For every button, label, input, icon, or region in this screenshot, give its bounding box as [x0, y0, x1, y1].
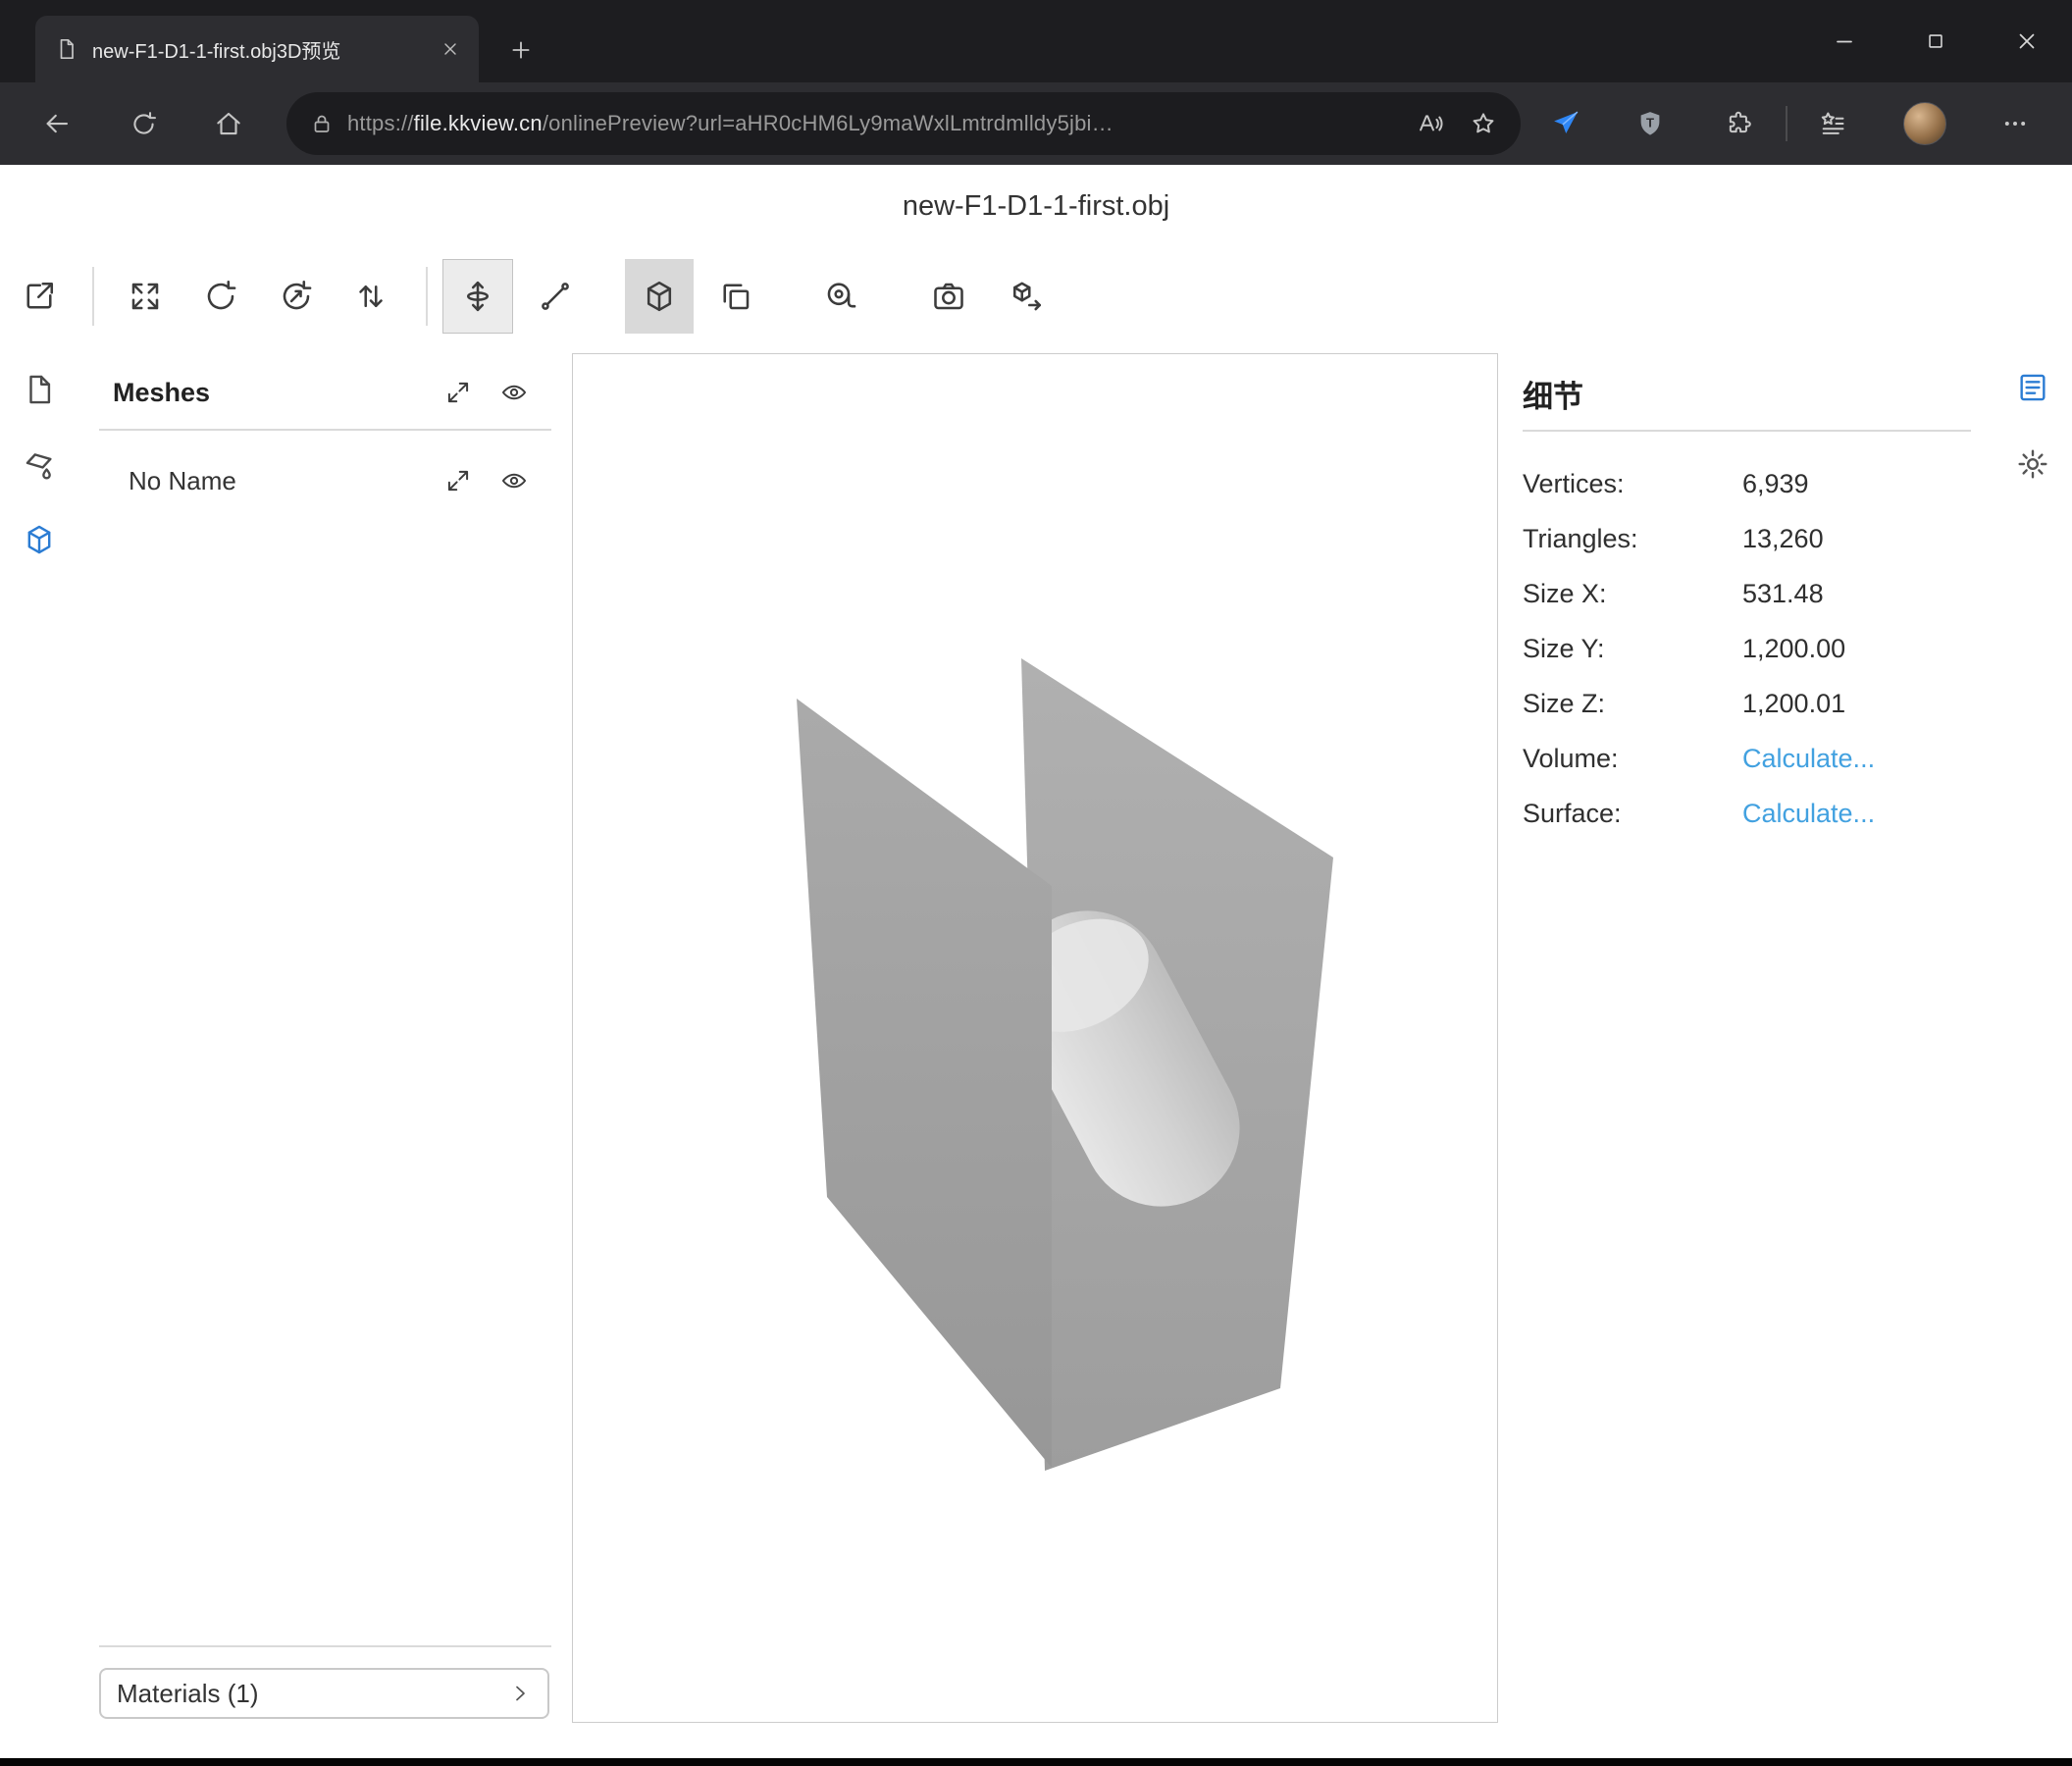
read-aloud-icon[interactable]: [1417, 110, 1444, 137]
detail-value: 1,200.01: [1742, 689, 1845, 719]
detail-label: Size Z:: [1523, 689, 1742, 719]
left-rail: [0, 165, 78, 1735]
detail-label: Size Y:: [1523, 634, 1742, 664]
maximize-button[interactable]: [1890, 0, 1981, 82]
page-title: new-F1-D1-1-first.obj: [0, 190, 2072, 223]
detail-row: Size X: 531.48: [1523, 566, 1971, 621]
model-panel-icon[interactable]: [21, 521, 58, 558]
visibility-mesh-eye-icon[interactable]: [499, 466, 529, 495]
rotate-z-icon[interactable]: [269, 269, 324, 324]
model-render: [573, 354, 1497, 1722]
measure-tape-icon[interactable]: [814, 269, 869, 324]
back-button[interactable]: [34, 101, 79, 146]
detail-value: 6,939: [1742, 469, 1809, 499]
home-button[interactable]: [206, 101, 251, 146]
extension-shield-icon[interactable]: T: [1629, 102, 1672, 145]
details-rows: Vertices: 6,939 Triangles: 13,260 Size X…: [1523, 456, 1971, 841]
browser-tab[interactable]: new-F1-D1-1-first.obj3D预览: [35, 16, 479, 82]
address-bar[interactable]: https://file.kkview.cn/onlinePreview?url…: [286, 92, 1521, 155]
detail-row: Size Y: 1,200.00: [1523, 621, 1971, 676]
left-plane: [797, 699, 1052, 1468]
ortho-cube-icon[interactable]: [708, 269, 763, 324]
browser-menu-icon[interactable]: [1994, 102, 2037, 145]
meshes-panel-header: Meshes: [99, 365, 551, 420]
viewer-page: new-F1-D1-1-first.obj: [0, 165, 2072, 1758]
translate-tool-button[interactable]: [442, 259, 513, 334]
details-divider: [1523, 430, 1971, 432]
detail-label: Volume:: [1523, 744, 1742, 774]
perspective-cube-button[interactable]: [625, 259, 694, 334]
profile-avatar[interactable]: [1903, 102, 1946, 145]
detail-value: 531.48: [1742, 579, 1824, 609]
detail-row: Triangles: 13,260: [1523, 511, 1971, 566]
detail-value: 13,260: [1742, 524, 1824, 554]
model-viewport[interactable]: [572, 353, 1498, 1723]
lock-icon[interactable]: [310, 112, 334, 135]
fit-mesh-icon[interactable]: [443, 466, 473, 495]
meshes-divider: [99, 429, 551, 431]
measure-line-icon[interactable]: [528, 269, 583, 324]
extension-translate-icon[interactable]: [1544, 102, 1587, 145]
fit-all-icon[interactable]: [443, 378, 473, 407]
browser-titlebar: new-F1-D1-1-first.obj3D预览: [0, 0, 2072, 82]
window-bottom-edge: [0, 1758, 2072, 1766]
detail-row: Volume: Calculate...: [1523, 731, 1971, 786]
mesh-list-item[interactable]: No Name: [99, 453, 551, 508]
minimize-button[interactable]: [1798, 0, 1890, 82]
screenshot-camera-icon[interactable]: [921, 269, 976, 324]
toolbar-separator: [426, 267, 428, 326]
detail-row: Size Z: 1,200.01: [1523, 676, 1971, 731]
refresh-button[interactable]: [121, 101, 166, 146]
tab-close-icon[interactable]: [438, 36, 463, 62]
details-title: 细节: [1523, 366, 1583, 421]
extensions-puzzle-icon[interactable]: [1717, 102, 1760, 145]
settings-gear-icon[interactable]: [2014, 445, 2051, 483]
browser-navbar: https://file.kkview.cn/onlinePreview?url…: [0, 82, 2072, 165]
url-path: /onlinePreview?url=aHR0cHM6Ly9maWxlLmtrd…: [543, 111, 1114, 135]
url-scheme: https://: [347, 111, 414, 135]
swap-vertical-icon[interactable]: [343, 269, 398, 324]
document-icon: [55, 37, 78, 61]
calculate-surface-link[interactable]: Calculate...: [1742, 799, 1875, 829]
fit-view-icon[interactable]: [118, 269, 173, 324]
rotate-x-icon[interactable]: [193, 269, 248, 324]
detail-label: Triangles:: [1523, 524, 1742, 554]
navbar-divider: [1786, 106, 1787, 141]
calculate-volume-link[interactable]: Calculate...: [1742, 744, 1875, 774]
material-panel-icon[interactable]: [21, 446, 58, 484]
details-list-icon[interactable]: [2014, 369, 2051, 406]
detail-label: Size X:: [1523, 579, 1742, 609]
url-text: https://file.kkview.cn/onlinePreview?url…: [347, 111, 1391, 136]
favorite-star-icon[interactable]: [1470, 110, 1497, 137]
svg-text:T: T: [1646, 116, 1654, 130]
detail-row: Surface: Calculate...: [1523, 786, 1971, 841]
viewer-toolbar: [0, 259, 2072, 334]
mesh-name: No Name: [129, 466, 236, 496]
chevron-right-icon: [508, 1682, 532, 1705]
detail-row: Vertices: 6,939: [1523, 456, 1971, 511]
materials-button[interactable]: Materials (1): [99, 1668, 549, 1719]
materials-label: Materials (1): [117, 1679, 258, 1709]
toolbar-separator: [92, 267, 94, 326]
new-tab-button[interactable]: [498, 27, 544, 73]
url-host: file.kkview.cn: [414, 111, 543, 135]
detail-label: Vertices:: [1523, 469, 1742, 499]
detail-value: 1,200.00: [1742, 634, 1845, 664]
window-controls: [1798, 0, 2072, 82]
detail-label: Surface:: [1523, 799, 1742, 829]
favorites-hub-icon[interactable]: [1811, 102, 1854, 145]
file-panel-icon[interactable]: [21, 371, 58, 408]
close-button[interactable]: [1981, 0, 2072, 82]
meshes-title: Meshes: [113, 378, 210, 408]
tab-title: new-F1-D1-1-first.obj3D预览: [92, 35, 424, 64]
visibility-all-eye-icon[interactable]: [499, 378, 529, 407]
export-model-icon[interactable]: [1000, 269, 1055, 324]
materials-divider: [99, 1645, 551, 1647]
